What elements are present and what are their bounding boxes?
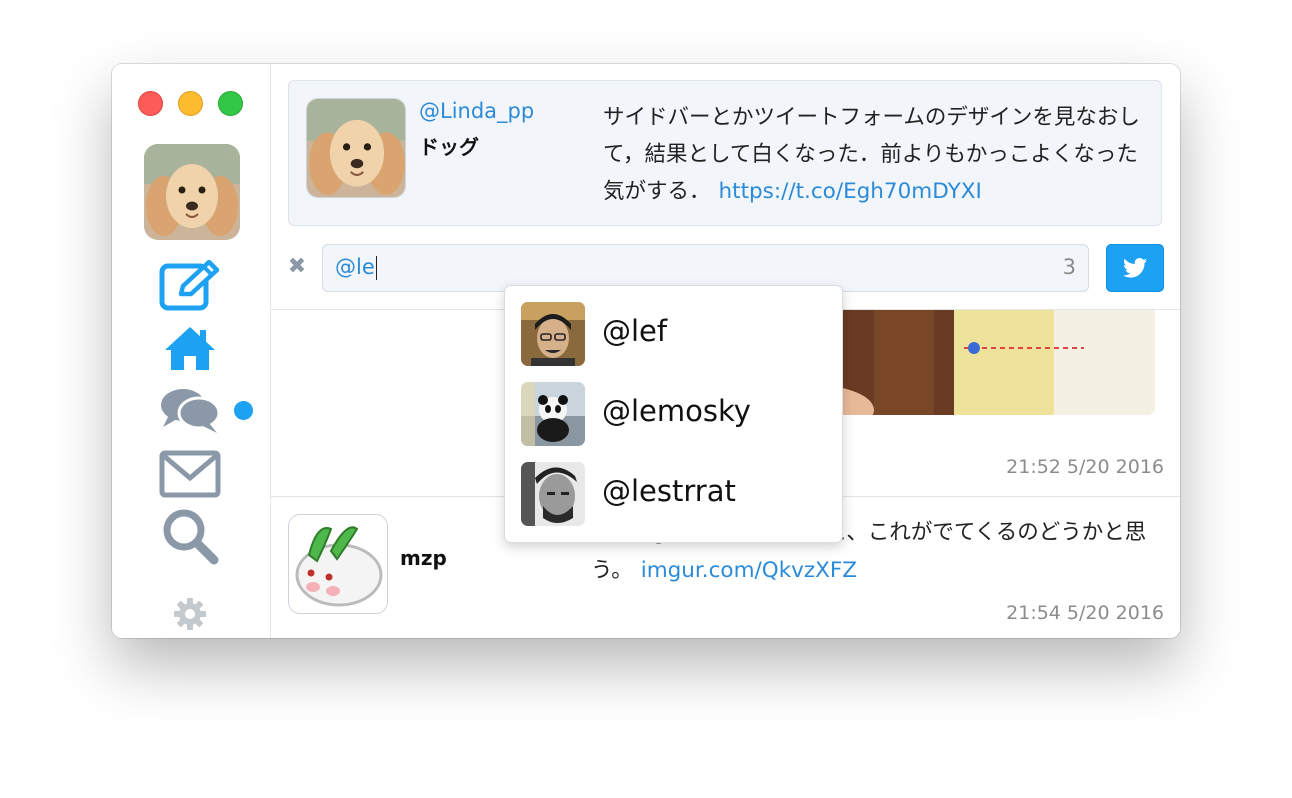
close-icon[interactable]: ✖ — [286, 256, 308, 278]
remaining-characters: 3 — [1062, 255, 1076, 279]
window-close-button[interactable] — [138, 91, 163, 116]
dog-avatar-image — [144, 144, 240, 240]
home-icon[interactable] — [158, 320, 222, 376]
snow-rabbit-avatar-image — [289, 515, 387, 613]
compose-icon[interactable] — [158, 258, 222, 314]
quoted-tweet: @Linda_pp ドッグ サイドバーとかツイートフォームのデザインを見なおして… — [288, 80, 1162, 226]
app-window: @Linda_pp ドッグ サイドバーとかツイートフォームのデザインを見なおして… — [112, 64, 1180, 638]
mention-handle: @lef — [602, 314, 668, 348]
main-column: @Linda_pp ドッグ サイドバーとかツイートフォームのデザインを見なおして… — [271, 64, 1180, 638]
tweet-timestamp[interactable]: 21:54 5/20 2016 — [1006, 602, 1164, 624]
mention-handle: @lestrrat — [602, 474, 736, 508]
avatar[interactable] — [306, 98, 406, 198]
send-tweet-button[interactable] — [1106, 244, 1164, 292]
avatar[interactable] — [288, 514, 388, 614]
tweet-link[interactable]: imgur.com/QkvzXFZ — [641, 558, 857, 583]
mention-suggestion-item[interactable]: @lestrrat — [505, 446, 842, 526]
text-caret — [375, 256, 378, 280]
tweet-author-name: ドッグ — [419, 135, 479, 159]
avatar — [521, 302, 585, 366]
mention-suggestion-item[interactable]: @lemosky — [505, 366, 842, 446]
avatar — [521, 382, 585, 446]
mentions-icon[interactable] — [158, 382, 222, 438]
search-icon[interactable] — [158, 508, 222, 565]
window-minimize-button[interactable] — [178, 91, 203, 116]
tweet-link[interactable]: https://t.co/Egh70mDYXI — [719, 179, 982, 204]
avatar — [521, 462, 585, 526]
tweet-handle[interactable]: @Linda_pp — [419, 99, 534, 123]
window-maximize-button[interactable] — [218, 91, 243, 116]
compose-text: @le — [335, 255, 378, 280]
mention-handle: @lemosky — [602, 394, 751, 428]
messages-icon[interactable] — [158, 446, 222, 502]
dog-avatar-image — [307, 99, 405, 197]
tweet-text: サイドバーとかツイートフォームのデザインを見なおして，結果として白くなった．前よ… — [603, 99, 1151, 210]
sidebar — [112, 64, 271, 638]
tweet-author-name: mzp — [400, 546, 447, 570]
settings-icon[interactable] — [158, 586, 222, 638]
twitter-bird-icon — [1123, 258, 1147, 278]
mention-suggestion-item[interactable]: @lef — [505, 286, 842, 366]
mention-suggestion-list: @lef @lemosky @lestrrat — [504, 285, 843, 543]
unread-indicator — [234, 401, 253, 420]
tweet-timestamp[interactable]: 21:52 5/20 2016 — [1006, 456, 1164, 478]
account-avatar[interactable] — [144, 144, 240, 240]
